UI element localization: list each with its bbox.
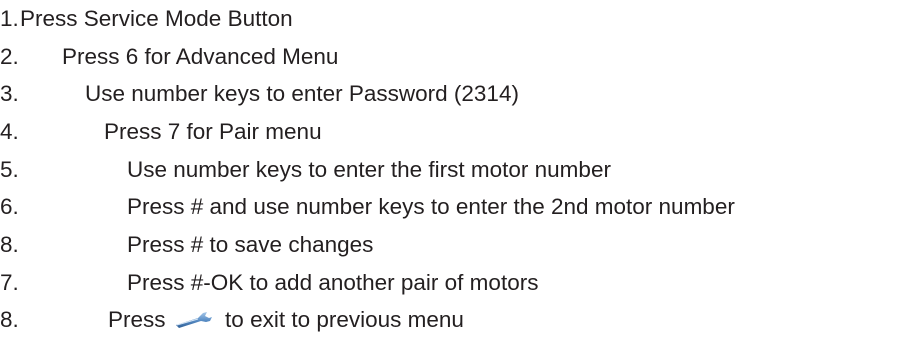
step-number: 6. — [0, 194, 19, 219]
step-number: 8. — [0, 307, 19, 332]
step-text: Press 7 for Pair menu — [104, 119, 322, 144]
step-text: Press # and use number keys to enter the… — [127, 194, 735, 219]
wrench-icon — [175, 312, 212, 328]
instruction-list: 1. Press Service Mode Button 2. Press 6 … — [0, 0, 919, 343]
step-number: 2. — [0, 44, 19, 69]
step-text-after: to exit to previous menu — [225, 307, 464, 332]
step-number: 1. — [0, 6, 19, 31]
step-text: Press # to save changes — [127, 232, 374, 257]
step-number: 5. — [0, 157, 19, 182]
step-text: Press to exit to previous menu — [108, 303, 464, 337]
step-text-before: Press — [108, 307, 166, 332]
step-text: Press Service Mode Button — [20, 6, 293, 31]
step-text: Press 6 for Advanced Menu — [62, 44, 339, 69]
step-number: 3. — [0, 81, 19, 106]
step-text: Press #-OK to add another pair of motors — [127, 270, 539, 295]
step-text: Use number keys to enter Password (2314) — [85, 81, 519, 106]
step-number: 4. — [0, 119, 19, 144]
step-text: Use number keys to enter the first motor… — [127, 157, 611, 182]
step-number: 7. — [0, 270, 19, 295]
step-number: 8. — [0, 232, 19, 257]
